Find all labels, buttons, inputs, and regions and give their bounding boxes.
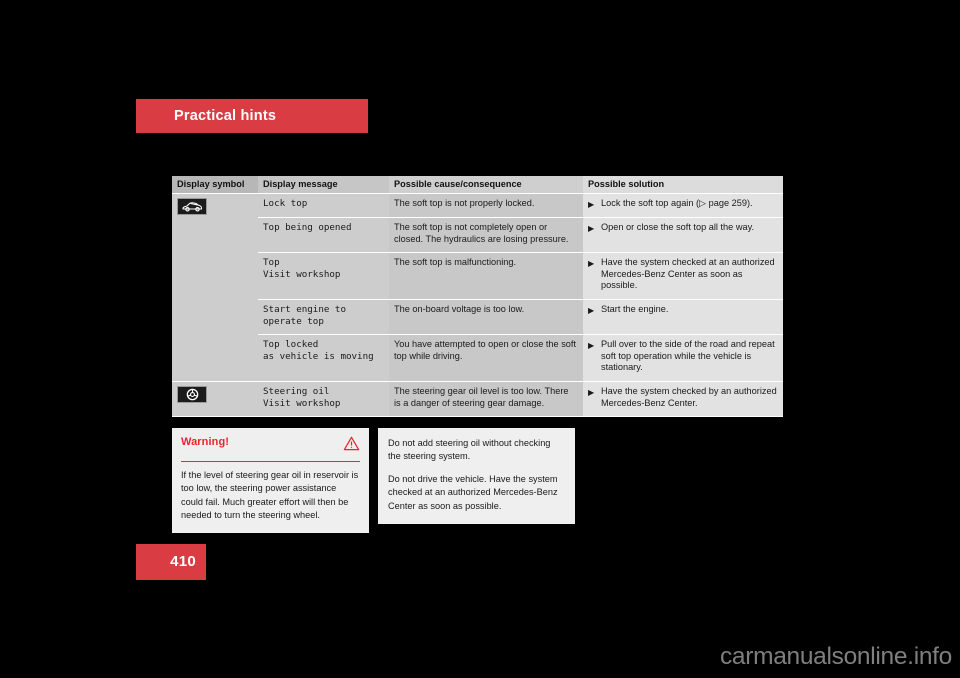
cell-possible-cause: The steering gear oil level is too low. … (389, 381, 583, 418)
cell-display-message: Lock top (258, 193, 389, 219)
cell-display-symbol (172, 381, 258, 418)
cell-display-message: Top locked as vehicle is moving (258, 334, 389, 383)
solution-text: Have the system checked at an authorized… (601, 257, 775, 291)
advice-paragraph-1: Do not add steering oil without checking… (388, 438, 551, 462)
bullet-triangle-icon: ▶ (588, 223, 595, 233)
cell-display-message: Top Visit workshop (258, 252, 389, 301)
solution-text: Open or close the soft top all the way. (601, 222, 755, 233)
advice-panel: Do not add steering oil without checking… (378, 428, 575, 525)
bullet-triangle-icon: ▶ (588, 387, 595, 397)
table-row: Top locked as vehicle is moving You have… (172, 334, 783, 383)
cell-display-message: Top being opened (258, 217, 389, 254)
column-header-display-message: Display message (258, 176, 389, 194)
table-row: Lock top The soft top is not properly lo… (172, 193, 783, 383)
cell-possible-solution: ▶ Lock the soft top again (▷ page 259). (583, 193, 783, 219)
warning-body-text: If the level of steering gear oil in res… (181, 470, 359, 521)
column-header-possible-solution: Possible solution (583, 176, 783, 194)
cell-display-message: Start engine to operate top (258, 299, 389, 336)
solution-text: Pull over to the side of the road and re… (601, 339, 775, 373)
table-row: Top Visit workshop The soft top is malfu… (172, 252, 783, 301)
cell-possible-solution: ▶ Open or close the soft top all the way… (583, 217, 783, 254)
bullet-triangle-icon: ▶ (588, 258, 595, 268)
warning-panel: Warning! If the level of steering gear o… (172, 428, 369, 533)
table-row: Steering oil Visit workshop The steering… (172, 381, 783, 418)
table-header-row: Display symbol Display message Possible … (172, 176, 783, 194)
table-row: Top being opened The soft top is not com… (172, 217, 783, 254)
table-row: Start engine to operate top The on-board… (172, 299, 783, 336)
display-messages-table: Display symbol Display message Possible … (172, 176, 783, 418)
advice-paragraph-2: Do not drive the vehicle. Have the syste… (388, 473, 558, 511)
section-title: Practical hints (174, 108, 277, 124)
cell-possible-cause: The soft top is not properly locked. (389, 193, 583, 219)
page-number-block: 410 (136, 544, 206, 580)
warning-title: Warning! (181, 436, 230, 448)
convertible-car-icon (177, 198, 207, 215)
cell-possible-solution: ▶ Start the engine. (583, 299, 783, 336)
cell-display-symbol (172, 193, 258, 383)
cell-possible-cause: The on-board voltage is too low. (389, 299, 583, 336)
warning-header: Warning! (181, 436, 360, 462)
warning-triangle-icon (343, 436, 360, 456)
cell-possible-cause: The soft top is not completely open or c… (389, 217, 583, 254)
cell-possible-cause: You have attempted to open or close the … (389, 334, 583, 383)
cell-possible-cause: The soft top is malfunctioning. (389, 252, 583, 301)
column-header-possible-cause: Possible cause/consequence (389, 176, 583, 194)
cell-display-message: Steering oil Visit workshop (258, 381, 389, 418)
cell-possible-solution: ▶ Pull over to the side of the road and … (583, 334, 783, 383)
bullet-triangle-icon: ▶ (588, 340, 595, 350)
watermark: carmanualsonline.info (719, 643, 952, 670)
cell-possible-solution: ▶ Have the system checked at an authoriz… (583, 252, 783, 301)
bullet-triangle-icon: ▶ (588, 305, 595, 315)
section-banner: Practical hints (136, 99, 368, 133)
cell-possible-solution: ▶ Have the system checked by an authoriz… (583, 381, 783, 418)
page-number: 410 (170, 553, 196, 570)
bullet-triangle-icon: ▶ (588, 199, 595, 209)
column-header-display-symbol: Display symbol (172, 176, 258, 194)
solution-text: Start the engine. (601, 304, 669, 315)
solution-text: Have the system checked by an authorized… (601, 386, 777, 408)
solution-text: Lock the soft top again (▷ page 259). (601, 198, 753, 208)
steering-wheel-icon (177, 386, 207, 404)
